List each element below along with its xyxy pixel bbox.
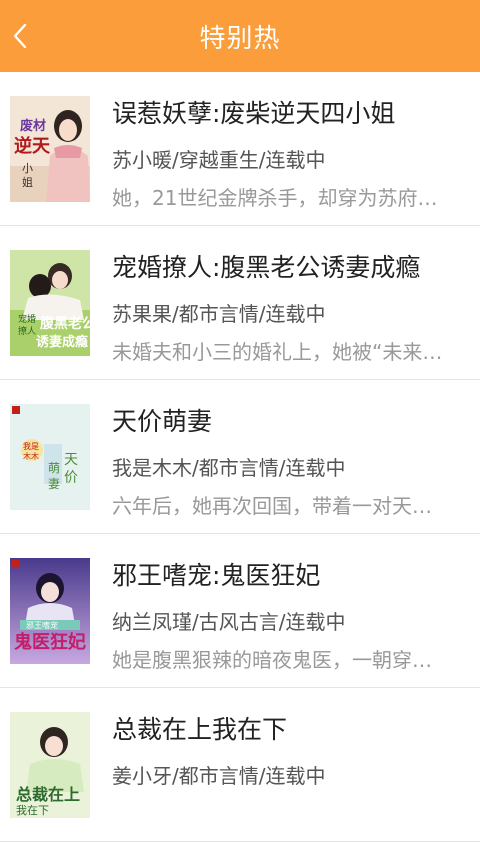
svg-text:废材: 废材: [20, 118, 46, 134]
book-list-item[interactable]: 我是 木木 天 价 萌 妻 天价萌妻 我是木木/都市言情/连载中 六年后，她再次…: [0, 380, 480, 534]
svg-text:邪王嗜宠: 邪王嗜宠: [26, 620, 58, 630]
book-meta: 纳兰凤瑾/古风古言/连载中: [112, 610, 346, 634]
book-title: 宠婚撩人:腹黑老公诱妻成瘾: [112, 253, 421, 282]
book-title: 邪王嗜宠:鬼医狂妃: [112, 561, 321, 590]
book-meta: 我是木木/都市言情/连载中: [112, 456, 346, 480]
svg-text:我是: 我是: [23, 441, 39, 451]
book-cover[interactable]: 邪王嗜宠 鬼医狂妃: [10, 558, 90, 664]
book-meta: 苏果果/都市言情/连载中: [112, 302, 326, 326]
svg-text:天: 天: [64, 452, 78, 468]
book-cover[interactable]: 总裁在上 我在下: [10, 712, 90, 818]
book-list-item[interactable]: 宠婚 撩人 腹黑老公 诱妻成瘾 宠婚撩人:腹黑老公诱妻成瘾 苏果果/都市言情/连…: [0, 226, 480, 380]
book-cover[interactable]: 宠婚 撩人 腹黑老公 诱妻成瘾: [10, 250, 90, 356]
book-list-item[interactable]: 废材 逆天 小 姐 误惹妖孽:废柴逆天四小姐 苏小暖/穿越重生/连载中 她，21…: [0, 72, 480, 226]
svg-text:小: 小: [22, 162, 33, 175]
book-title: 总裁在上我在下: [112, 715, 288, 744]
book-list-item[interactable]: 邪王嗜宠 鬼医狂妃 邪王嗜宠:鬼医狂妃 纳兰凤瑾/古风古言/连载中 她是腹黑狠辣…: [0, 534, 480, 688]
svg-text:总裁在上: 总裁在上: [16, 785, 80, 804]
book-description: 六年后，她再次回国，带着一对天…: [112, 494, 432, 518]
book-meta: 苏小暖/穿越重生/连载中: [112, 148, 326, 172]
svg-text:木木: 木木: [23, 451, 39, 461]
book-cover[interactable]: 我是 木木 天 价 萌 妻: [10, 404, 90, 510]
svg-text:姐: 姐: [22, 175, 33, 189]
book-list: 废材 逆天 小 姐 误惹妖孽:废柴逆天四小姐 苏小暖/穿越重生/连载中 她，21…: [0, 72, 480, 842]
book-title: 天价萌妻: [112, 407, 213, 436]
svg-text:我在下: 我在下: [16, 804, 49, 817]
top-bar: 特别热: [0, 0, 480, 72]
book-description: 她，21世纪金牌杀手，却穿为苏府…: [112, 186, 438, 210]
book-list-item[interactable]: 总裁在上 我在下 总裁在上我在下 姜小牙/都市言情/连载中: [0, 688, 480, 842]
page-title: 特别热: [199, 23, 281, 54]
svg-text:鬼医狂妃: 鬼医狂妃: [14, 631, 86, 653]
chevron-left-icon: [13, 23, 27, 49]
svg-text:妻: 妻: [48, 477, 60, 491]
book-cover[interactable]: 废材 逆天 小 姐: [10, 96, 90, 202]
svg-text:撩人: 撩人: [18, 325, 36, 337]
back-button[interactable]: [0, 0, 40, 72]
book-description: 她是腹黑狠辣的暗夜鬼医，一朝穿…: [112, 648, 432, 672]
svg-text:宠婚: 宠婚: [18, 313, 36, 325]
svg-text:腹黑老公: 腹黑老公: [40, 315, 90, 332]
book-title: 误惹妖孽:废柴逆天四小姐: [112, 99, 396, 128]
svg-text:萌: 萌: [48, 461, 60, 475]
book-description: 未婚夫和小三的婚礼上，她被“未来…: [112, 340, 443, 364]
svg-text:诱妻成瘾: 诱妻成瘾: [36, 334, 88, 350]
svg-text:价: 价: [64, 470, 78, 486]
book-meta: 姜小牙/都市言情/连载中: [112, 764, 326, 788]
svg-text:逆天: 逆天: [14, 135, 51, 157]
